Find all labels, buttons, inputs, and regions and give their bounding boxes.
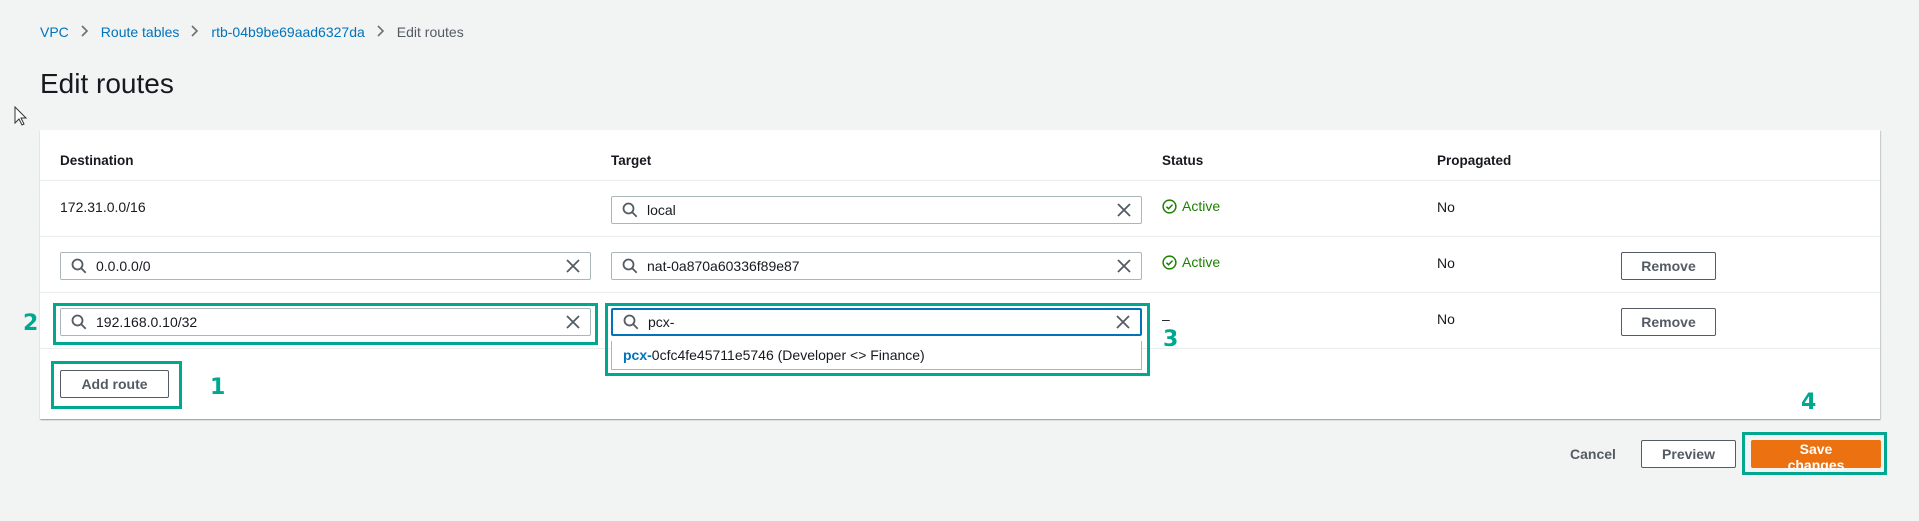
callout-highlight-add-route <box>51 361 182 409</box>
propagated-value: No <box>1437 311 1455 327</box>
chevron-right-icon <box>81 24 89 40</box>
status-text: – <box>1162 311 1170 327</box>
page-title: Edit routes <box>40 68 174 99</box>
target-value: local <box>647 202 676 218</box>
breadcrumb-current: Edit routes <box>396 24 464 40</box>
status-text: Active <box>1182 198 1221 214</box>
column-header-target: Target <box>611 153 652 168</box>
chevron-right-icon <box>377 24 385 40</box>
propagated-value: No <box>1437 255 1455 271</box>
destination-field[interactable]: 0.0.0.0/0 <box>60 252 591 280</box>
status-badge: Active <box>1162 198 1220 214</box>
row-divider <box>40 292 1880 293</box>
clear-icon[interactable] <box>566 259 580 273</box>
callout-number-2: 2 <box>23 311 39 336</box>
callout-number-3: 3 <box>1163 327 1179 352</box>
breadcrumb: VPC Route tables rtb-04b9be69aad6327da E… <box>40 24 464 40</box>
remove-route-button[interactable]: Remove <box>1621 308 1716 336</box>
search-icon <box>622 258 638 274</box>
callout-number-1: 1 <box>210 375 226 400</box>
column-header-status: Status <box>1162 153 1204 168</box>
callout-highlight-target <box>605 303 1150 376</box>
route-destination-static: 172.31.0.0/16 <box>60 199 146 215</box>
clear-icon[interactable] <box>1117 203 1131 217</box>
column-header-propagated: Propagated <box>1437 153 1512 168</box>
preview-button[interactable]: Preview <box>1641 440 1736 468</box>
row-divider <box>40 236 1880 237</box>
target-field[interactable]: nat-0a870a60336f89e87 <box>611 252 1142 280</box>
check-circle-icon <box>1162 254 1177 270</box>
cancel-button[interactable]: Cancel <box>1552 440 1624 468</box>
search-icon <box>71 258 87 274</box>
status-badge: Active <box>1162 254 1220 270</box>
check-circle-icon <box>1162 198 1177 214</box>
callout-highlight-destination <box>53 303 598 345</box>
target-value: nat-0a870a60336f89e87 <box>647 258 800 274</box>
status-text: Active <box>1182 254 1221 270</box>
row-divider <box>40 180 1880 181</box>
destination-value: 0.0.0.0/0 <box>96 258 151 274</box>
breadcrumb-vpc[interactable]: VPC <box>40 24 69 40</box>
mouse-pointer-icon <box>14 106 28 126</box>
search-icon <box>622 202 638 218</box>
breadcrumb-route-tables[interactable]: Route tables <box>101 24 180 40</box>
clear-icon[interactable] <box>1117 259 1131 273</box>
breadcrumb-route-table-id[interactable]: rtb-04b9be69aad6327da <box>211 24 364 40</box>
callout-number-4: 4 <box>1801 390 1817 415</box>
propagated-value: No <box>1437 199 1455 215</box>
remove-route-button[interactable]: Remove <box>1621 252 1716 280</box>
chevron-right-icon <box>191 24 199 40</box>
target-field[interactable]: local <box>611 196 1142 224</box>
column-header-destination: Destination <box>60 153 134 168</box>
callout-highlight-save <box>1742 432 1887 475</box>
